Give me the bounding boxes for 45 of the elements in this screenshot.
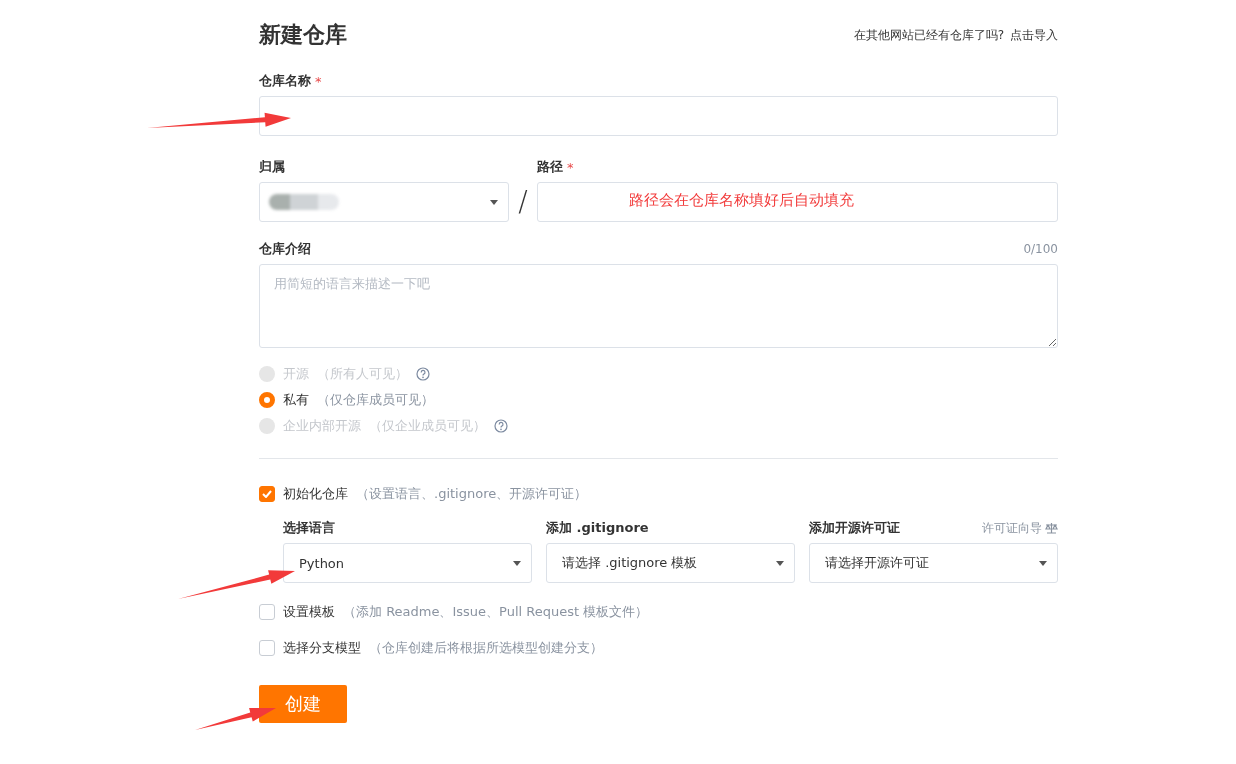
select-value: Python <box>299 555 345 571</box>
repo-name-field[interactable] <box>259 96 1058 136</box>
import-link[interactable]: 点击导入 <box>1010 26 1058 44</box>
radio-label: 开源 <box>283 365 309 383</box>
dropdown-select[interactable]: Python <box>283 543 532 583</box>
required-mark: * <box>567 159 574 175</box>
annotation-text: 路径会在仓库名称填好后自动填充 <box>629 191 854 210</box>
checkbox-note: （添加 Readme、Issue、Pull Request 模板文件） <box>343 603 649 621</box>
path-separator: / <box>517 184 529 220</box>
checkbox-label: 选择分支模型 <box>283 639 361 657</box>
select-value: 请选择 .gitignore 模板 <box>562 554 698 572</box>
checkbox-label: 初始化仓库 <box>283 485 348 503</box>
dropdown-select[interactable]: 请选择 .gitignore 模板 <box>546 543 795 583</box>
caret-icon <box>490 199 498 205</box>
redacted-value <box>269 194 339 210</box>
caret-icon <box>1039 560 1047 566</box>
radio-note: （仅仓库成员可见） <box>317 391 434 409</box>
radio-label: 私有 <box>283 391 309 409</box>
checkbox[interactable] <box>259 486 275 502</box>
caret-icon <box>776 560 784 566</box>
field-label: 仓库名称 <box>259 72 311 90</box>
page-title: 新建仓库 <box>259 21 347 49</box>
radio-button[interactable] <box>259 392 275 408</box>
required-mark: * <box>315 73 322 89</box>
owner-select[interactable] <box>259 182 509 222</box>
field-label: 仓库介绍 <box>259 240 311 258</box>
checkbox[interactable] <box>259 604 275 620</box>
caret-icon <box>513 560 521 566</box>
select-value: 请选择开源许可证 <box>825 554 929 572</box>
checkbox[interactable] <box>259 640 275 656</box>
path-field[interactable] <box>537 182 1058 222</box>
check-icon <box>262 490 272 498</box>
dropdown-select[interactable]: 请选择开源许可证 <box>809 543 1058 583</box>
radio-label: 企业内部开源 <box>283 417 361 435</box>
field-label: 添加开源许可证 <box>809 519 900 537</box>
field-label: 路径 <box>537 158 563 176</box>
field-label: 选择语言 <box>283 519 335 537</box>
checkbox-label: 设置模板 <box>283 603 335 621</box>
field-label: 归属 <box>259 158 285 176</box>
checkbox-note: （设置语言、.gitignore、开源许可证） <box>356 485 588 503</box>
import-hint: 在其他网站已经有仓库了吗? <box>853 26 1004 44</box>
char-counter: 0/100 <box>1023 242 1058 256</box>
field-label: 添加 .gitignore <box>546 519 649 537</box>
scale-icon <box>1045 522 1058 534</box>
checkbox-note: （仓库创建后将根据所选模型创建分支） <box>369 639 603 657</box>
